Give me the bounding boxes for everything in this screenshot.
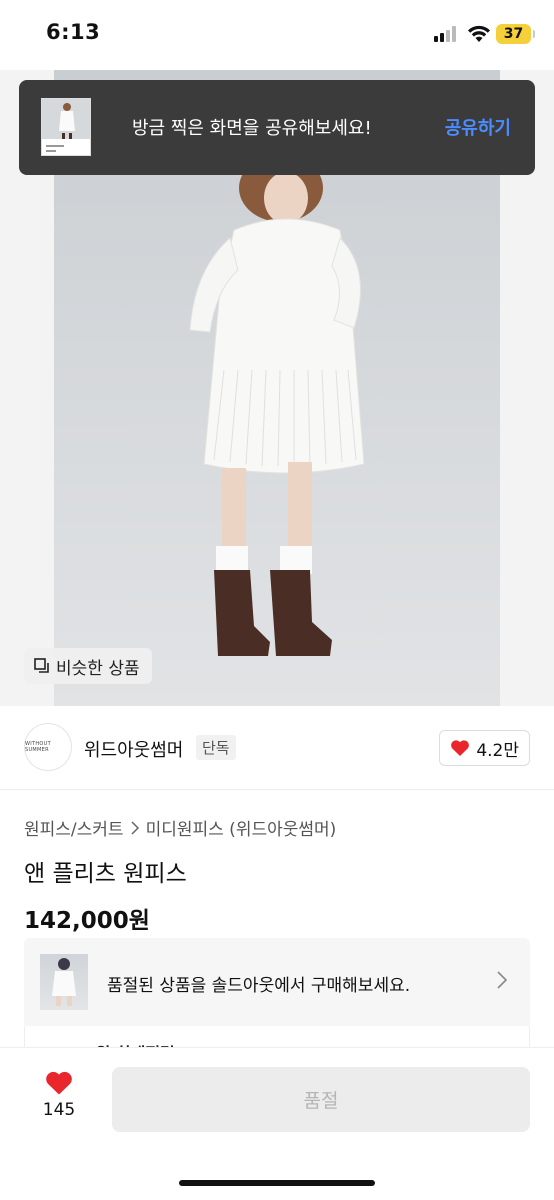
screenshot-thumbnail	[41, 98, 91, 156]
product-price: 142,000원	[24, 908, 150, 934]
brand-row: WITHOUT SUMMER 위드아웃썸머 단독 4.2만	[0, 706, 554, 790]
similar-products-button[interactable]: 비슷한 상품	[24, 648, 152, 684]
copy-icon	[34, 658, 49, 673]
breadcrumb-category[interactable]: 원피스/스커트	[24, 815, 124, 840]
brand-like-button[interactable]: 4.2만	[439, 730, 530, 766]
share-toast: 방금 찍은 화면을 공유해보세요! 공유하기	[19, 80, 535, 175]
heart-icon	[451, 740, 470, 756]
brand-logo[interactable]: WITHOUT SUMMER	[24, 723, 72, 771]
soldout-message: 품절된 상품을 솔드아웃에서 구매해보세요.	[107, 976, 411, 996]
brand-name[interactable]: 위드아웃썸머	[84, 736, 183, 762]
heart-icon	[46, 1071, 72, 1095]
breadcrumb: 원피스/스커트 미디원피스 (위드아웃썸머)	[24, 815, 336, 840]
soldout-thumbnail	[40, 954, 88, 1010]
breadcrumb-subcategory[interactable]: 미디원피스 (위드아웃썸머)	[146, 815, 337, 840]
toast-message: 방금 찍은 화면을 공유해보세요!	[132, 118, 372, 139]
bottom-action-bar: 145 품절	[0, 1048, 554, 1200]
battery-indicator: 37	[496, 24, 535, 44]
exclusive-badge: 단독	[196, 735, 236, 760]
product-like-count: 145	[42, 1100, 76, 1120]
status-bar: 6:13 37	[0, 0, 554, 70]
soldout-purchase-button[interactable]: 품절	[112, 1067, 530, 1132]
soldout-banner[interactable]: 품절된 상품을 솔드아웃에서 구매해보세요.	[24, 938, 530, 1026]
product-like-button[interactable]: 145	[36, 1070, 82, 1120]
brand-like-count: 4.2만	[476, 740, 519, 761]
chevron-right-icon	[131, 820, 139, 835]
share-button[interactable]: 공유하기	[445, 114, 511, 140]
chevron-right-icon	[497, 971, 508, 989]
home-indicator	[179, 1180, 375, 1186]
status-time: 6:13	[46, 20, 101, 44]
wifi-icon	[468, 25, 490, 42]
cellular-signal-icon	[434, 26, 460, 42]
similar-products-label: 비슷한 상품	[56, 658, 140, 679]
product-title: 앤 플리츠 원피스	[24, 861, 187, 887]
